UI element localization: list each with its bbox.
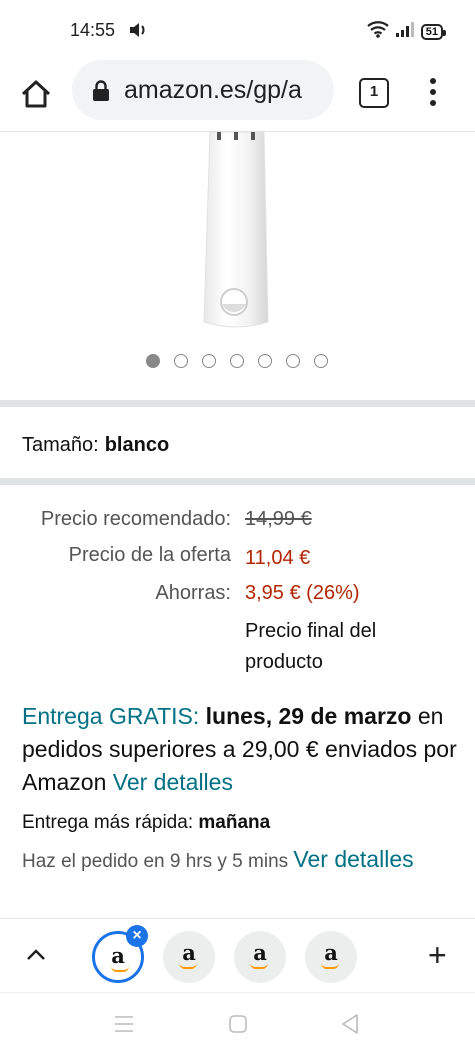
close-tab-icon[interactable]: ×	[126, 925, 148, 947]
fastest-delivery: Entrega más rápida: mañana	[22, 812, 270, 834]
url-text[interactable]: amazon.es/gp/a	[124, 76, 324, 105]
size-label: Tamaño:	[22, 434, 99, 456]
product-image	[203, 131, 269, 328]
carousel-dot[interactable]	[258, 354, 272, 368]
carousel-dot[interactable]	[202, 354, 216, 368]
carousel-dot[interactable]	[230, 354, 244, 368]
size-selector: Tamaño: blanco	[22, 434, 169, 457]
new-tab-button[interactable]: +	[428, 939, 447, 971]
recents-icon[interactable]	[114, 1015, 134, 1038]
tab-amazon[interactable]: a	[234, 931, 286, 983]
section-divider	[0, 400, 475, 407]
tab-amazon[interactable]: a	[163, 931, 215, 983]
delivery-details-link[interactable]: Ver detalles	[113, 769, 233, 795]
battery-icon: 51	[420, 23, 447, 40]
home-nav-icon[interactable]	[228, 1014, 248, 1039]
wifi-icon	[367, 20, 389, 43]
status-time: 14:55	[70, 20, 116, 40]
lock-icon	[92, 80, 110, 107]
offer-price-label: Precio de la oferta	[68, 544, 231, 566]
amazon-logo-icon: a	[324, 940, 338, 965]
fastest-delivery-label: Entrega más rápida:	[22, 812, 194, 833]
order-countdown-text: Haz el pedido en 9 hrs y 5 mins	[22, 851, 289, 872]
offer-price-value: 11,04 €	[245, 547, 311, 569]
status-bar: 14:55 51	[0, 0, 475, 60]
fastest-delivery-value: mañana	[198, 812, 271, 833]
section-divider	[0, 478, 475, 485]
home-icon	[21, 80, 51, 108]
system-nav-bar	[0, 992, 475, 1056]
tab-switcher-button[interactable]: 1	[359, 78, 389, 108]
carousel-dot[interactable]	[314, 354, 328, 368]
carousel-dot[interactable]	[174, 354, 188, 368]
carousel-dot[interactable]	[146, 354, 160, 368]
amazon-logo-icon: a	[253, 940, 267, 965]
volume-icon	[128, 22, 148, 43]
tab-strip: a × a a a +	[0, 918, 475, 992]
carousel-dots	[146, 354, 328, 368]
order-details-link[interactable]: Ver detalles	[293, 846, 413, 872]
recommended-price-label: Precio recomendado:	[40, 508, 231, 530]
delivery-date: lunes, 29 de marzo	[205, 703, 412, 729]
chevron-up-icon[interactable]	[24, 943, 48, 972]
url-bar[interactable]: amazon.es/gp/a	[72, 60, 334, 120]
product-image-carousel[interactable]	[0, 131, 475, 400]
recommended-price-value: 14,99 €	[245, 508, 312, 530]
back-icon[interactable]	[340, 1013, 360, 1040]
home-button[interactable]	[18, 76, 54, 112]
overflow-menu-icon[interactable]	[422, 74, 444, 114]
amazon-logo-icon: a	[182, 940, 196, 965]
amazon-logo-icon: a	[111, 943, 125, 968]
order-countdown: Haz el pedido en 9 hrs y 5 mins Ver deta…	[22, 842, 462, 879]
free-delivery-label: Entrega GRATIS:	[22, 703, 200, 729]
carousel-dot[interactable]	[286, 354, 300, 368]
savings-label: Ahorras:	[155, 582, 231, 604]
savings-value: 3,95 € (26%)	[245, 582, 360, 604]
delivery-info: Entrega GRATIS: lunes, 29 de marzo en pe…	[22, 700, 462, 799]
signal-icon	[395, 21, 415, 42]
browser-toolbar: amazon.es/gp/a 1	[0, 60, 475, 132]
tab-amazon[interactable]: a	[305, 931, 357, 983]
size-value: blanco	[104, 434, 170, 456]
final-price-note: Precio final del producto	[245, 620, 377, 673]
